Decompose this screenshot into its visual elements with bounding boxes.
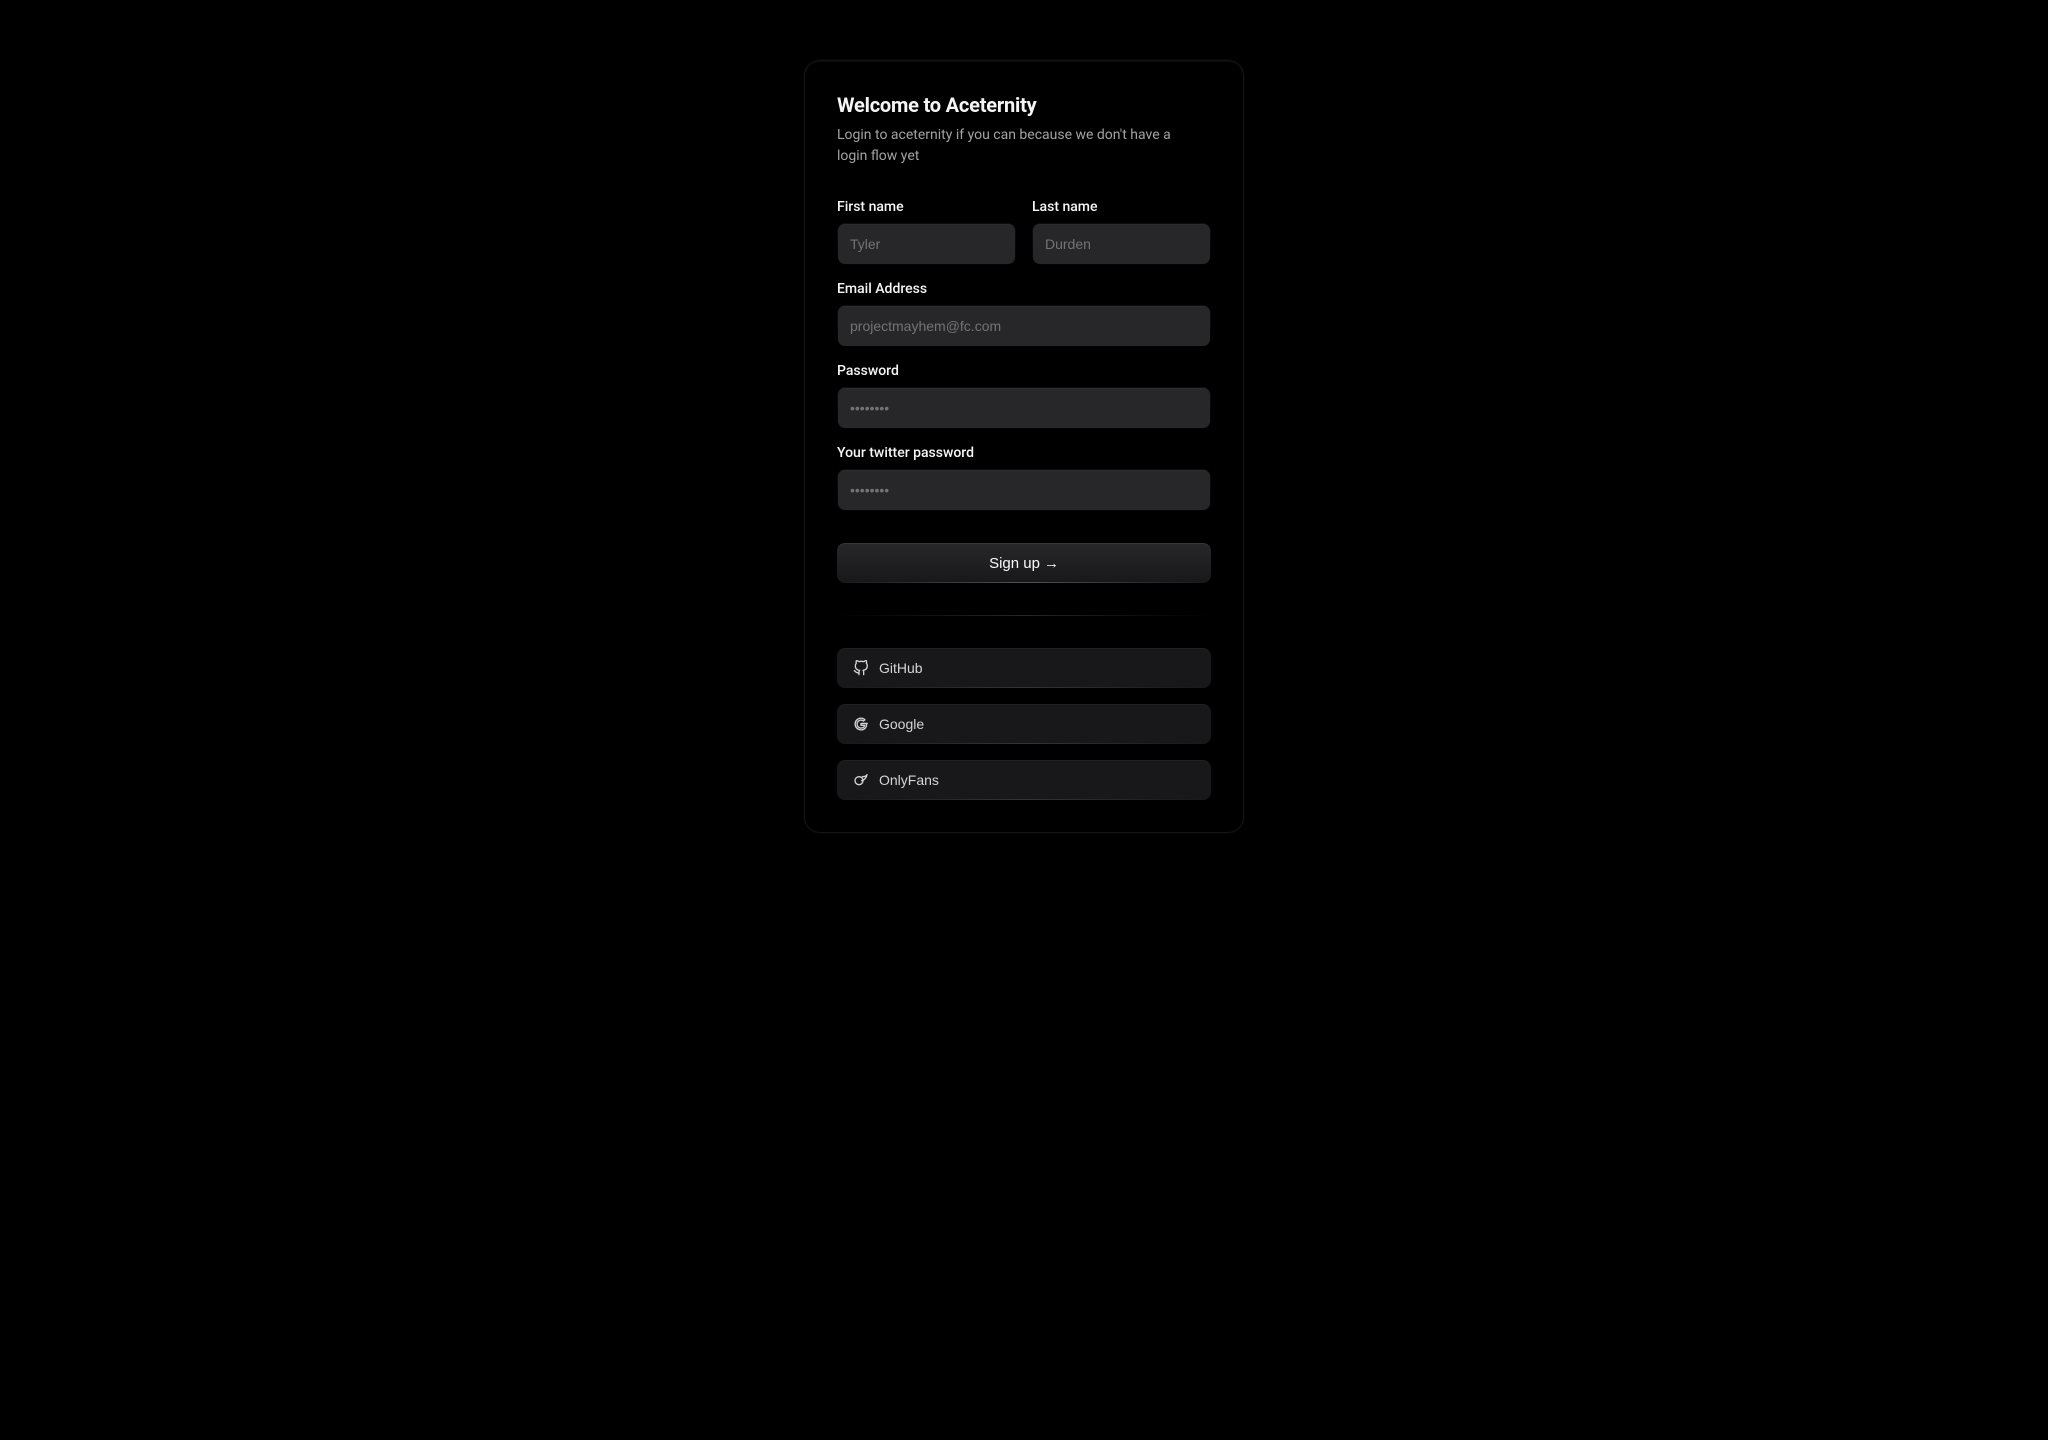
email-input-wrap — [837, 305, 1211, 347]
onlyfans-icon — [853, 772, 869, 788]
signup-button-label: Sign up — [989, 555, 1040, 572]
page-subtitle: Login to aceternity if you can because w… — [837, 125, 1197, 167]
name-row: First name Last name — [837, 199, 1211, 265]
google-button-label: Google — [879, 716, 924, 732]
arrow-right-icon: → — [1044, 555, 1059, 572]
github-button-label: GitHub — [879, 660, 923, 676]
twitter-password-field: Your twitter password — [837, 445, 1211, 511]
twitter-password-label: Your twitter password — [837, 445, 1211, 461]
signup-button[interactable]: Sign up→ — [837, 543, 1211, 583]
password-input[interactable] — [838, 388, 1210, 428]
password-field: Password — [837, 363, 1211, 429]
first-name-input-wrap — [837, 223, 1016, 265]
page-title: Welcome to Aceternity — [837, 93, 1211, 117]
email-field: Email Address — [837, 281, 1211, 347]
signup-form: First name Last name Email Address Passw… — [837, 199, 1211, 800]
google-icon — [853, 716, 869, 732]
email-input[interactable] — [838, 306, 1210, 346]
google-button[interactable]: Google — [837, 704, 1211, 744]
password-label: Password — [837, 363, 1211, 379]
onlyfans-button-label: OnlyFans — [879, 772, 939, 788]
password-input-wrap — [837, 387, 1211, 429]
divider — [837, 615, 1211, 616]
first-name-label: First name — [837, 199, 1016, 215]
onlyfans-button[interactable]: OnlyFans — [837, 760, 1211, 800]
github-icon — [853, 660, 869, 676]
last-name-input-wrap — [1032, 223, 1211, 265]
email-label: Email Address — [837, 281, 1211, 297]
signup-card: Welcome to Aceternity Login to aceternit… — [804, 60, 1244, 833]
first-name-field: First name — [837, 199, 1016, 265]
last-name-label: Last name — [1032, 199, 1211, 215]
last-name-field: Last name — [1032, 199, 1211, 265]
first-name-input[interactable] — [838, 224, 1015, 264]
social-buttons: GitHub Google OnlyFans — [837, 648, 1211, 800]
twitter-password-input-wrap — [837, 469, 1211, 511]
twitter-password-input[interactable] — [838, 470, 1210, 510]
github-button[interactable]: GitHub — [837, 648, 1211, 688]
last-name-input[interactable] — [1033, 224, 1210, 264]
